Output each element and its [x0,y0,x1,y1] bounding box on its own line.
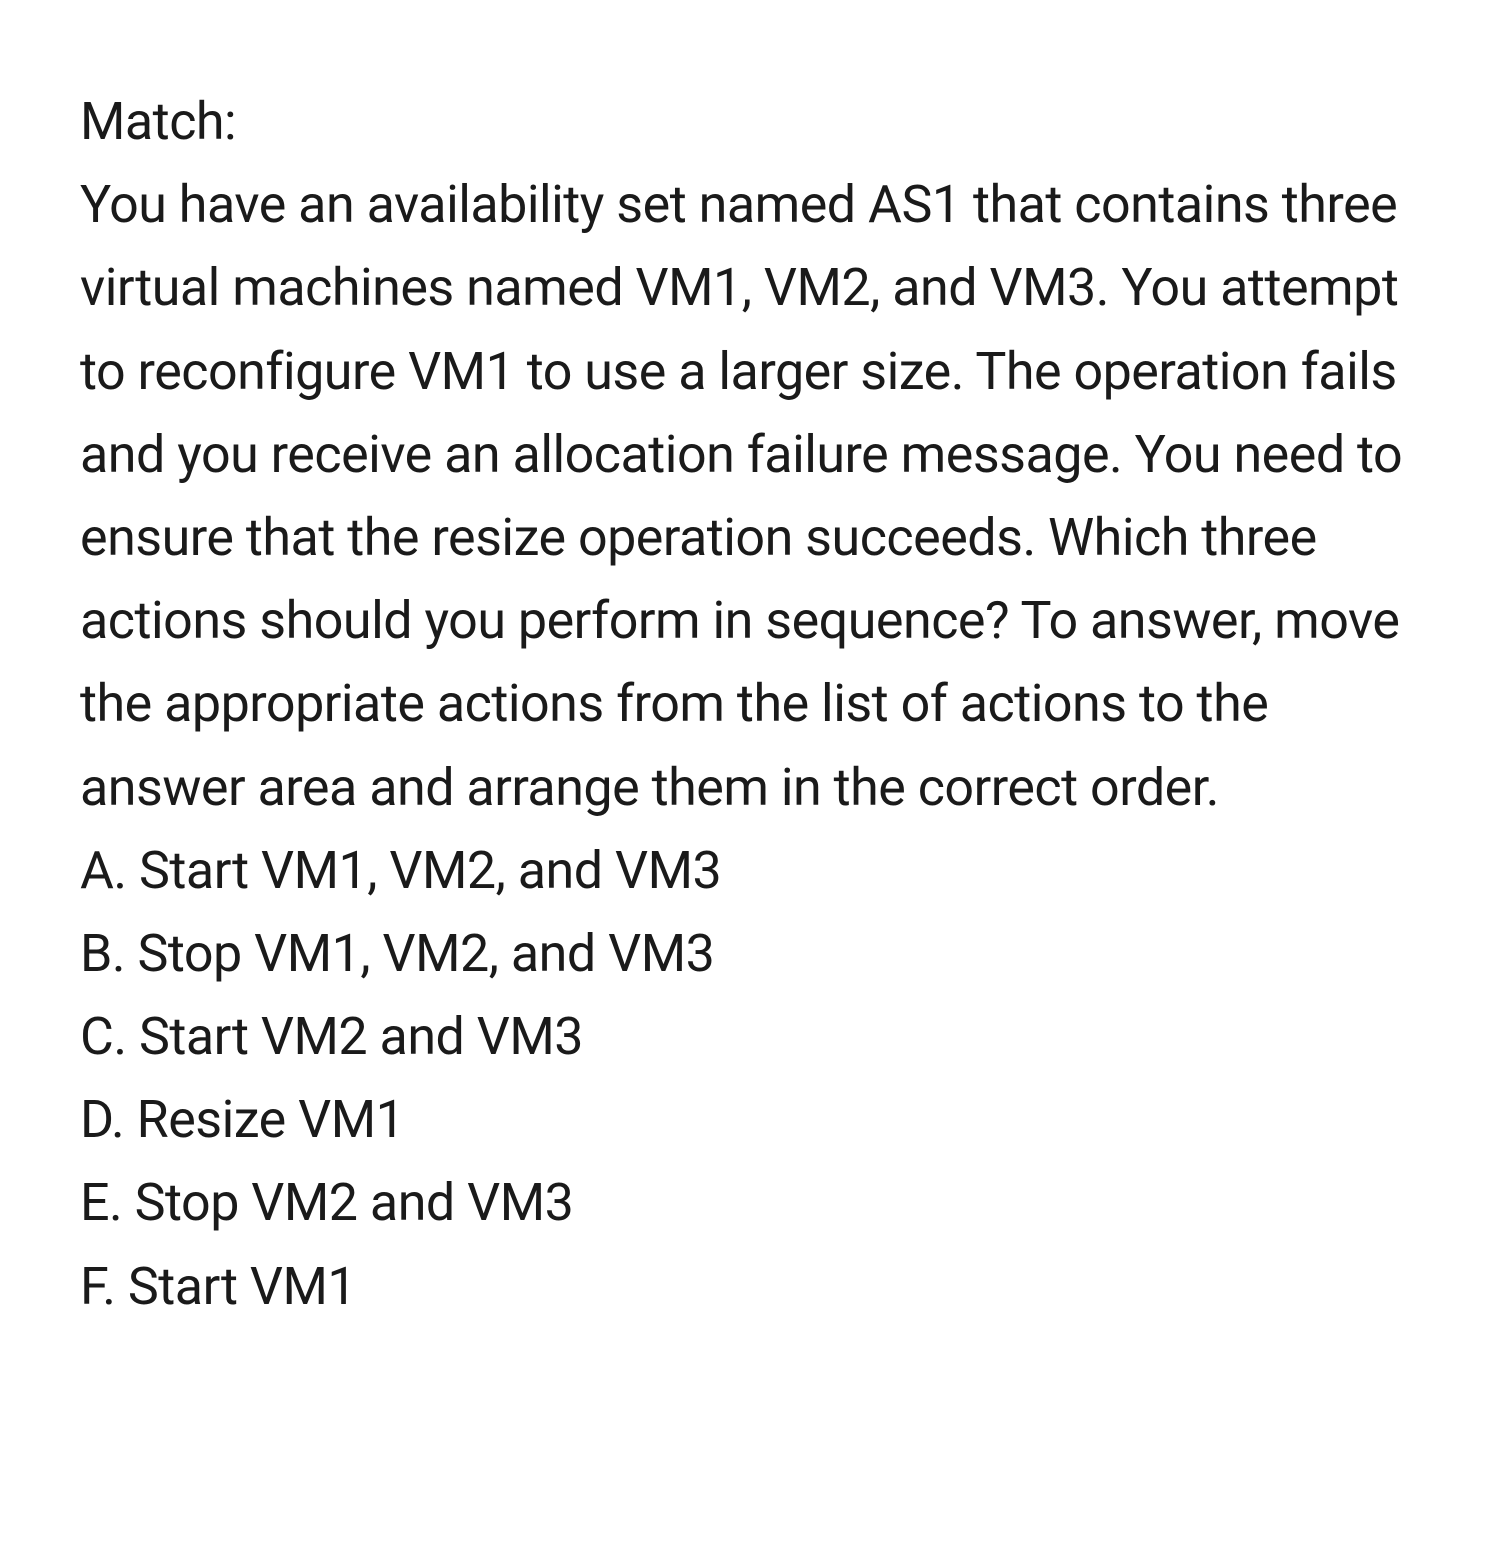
option-e: E. Stop VM2 and VM3 [80,1161,1420,1244]
option-d: D. Resize VM1 [80,1078,1420,1161]
question-heading: Match: [80,80,1420,163]
question-content: Match: You have an availability set name… [80,80,1420,1328]
option-f: F. Start VM1 [80,1245,1420,1328]
option-c: C. Start VM2 and VM3 [80,995,1420,1078]
option-b: B. Stop VM1, VM2, and VM3 [80,912,1420,995]
option-a: A. Start VM1, VM2, and VM3 [80,829,1420,912]
question-body: You have an availability set named AS1 t… [80,163,1420,829]
